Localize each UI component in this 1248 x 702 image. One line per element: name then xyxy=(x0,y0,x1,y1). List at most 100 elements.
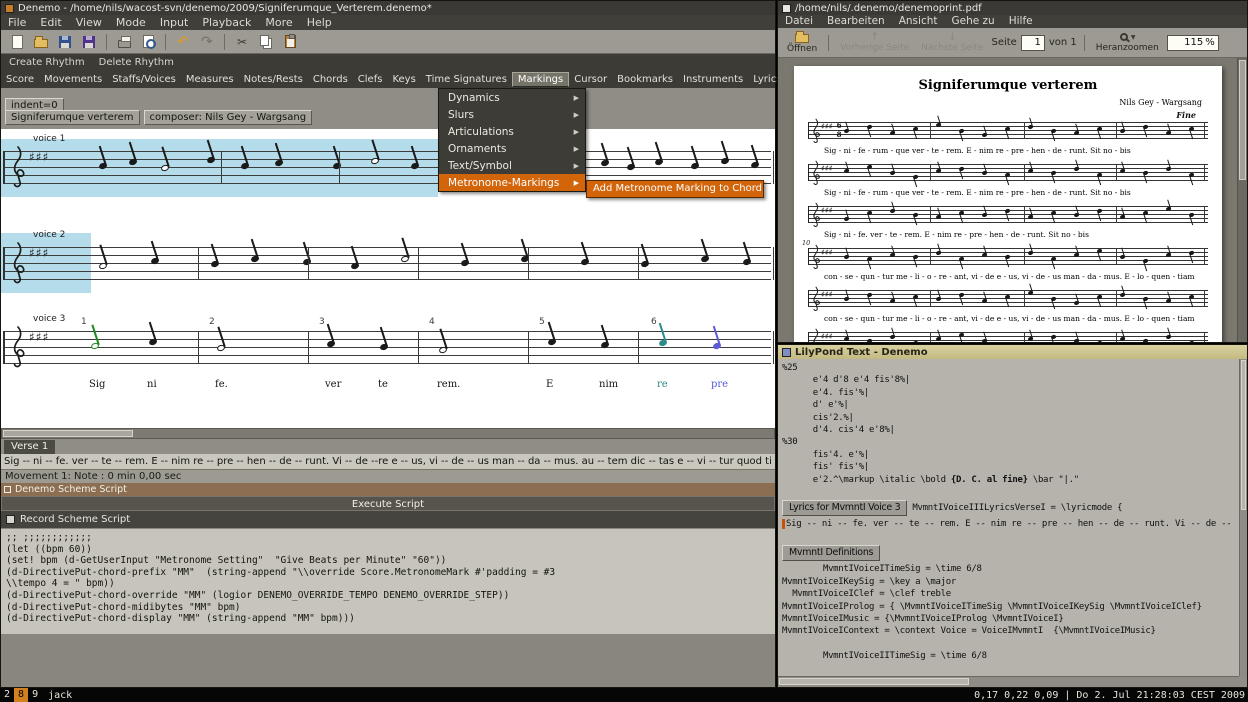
note[interactable] xyxy=(438,345,448,355)
note[interactable] xyxy=(410,161,420,171)
lyric-syllable[interactable]: E xyxy=(546,379,553,390)
menu-item-add-metronome-marking[interactable]: Add Metronome Marking to Chord xyxy=(586,180,764,198)
paste-button[interactable] xyxy=(280,32,300,52)
lyric-syllable[interactable]: Sig xyxy=(89,379,105,390)
verse-tab[interactable]: Verse 1 xyxy=(4,440,56,454)
score-canvas[interactable]: voice 1 ♯♯♯ voice 2 ♯♯♯ voice 3 123456 ♯… xyxy=(1,129,775,428)
lilypond-vertical-scrollbar[interactable] xyxy=(1239,359,1247,676)
menu-item-dynamics[interactable]: Dynamics ▶ xyxy=(439,89,585,106)
note[interactable] xyxy=(90,341,100,351)
note[interactable] xyxy=(250,254,260,264)
note[interactable] xyxy=(150,256,160,266)
note[interactable] xyxy=(326,339,336,349)
menu-item[interactable]: Ansicht xyxy=(892,14,945,29)
print-preview-button[interactable] xyxy=(138,32,158,52)
command-menu-item[interactable]: Notes/Rests xyxy=(239,73,308,86)
lilypond-horizontal-scrollbar[interactable] xyxy=(778,676,1239,687)
note[interactable] xyxy=(750,160,760,170)
command-menu-item[interactable]: Staffs/Voices xyxy=(107,73,181,86)
note[interactable] xyxy=(658,338,668,348)
menu-item-text-symbol[interactable]: Text/Symbol ▶ xyxy=(439,157,585,174)
note[interactable] xyxy=(700,254,710,264)
note[interactable] xyxy=(600,158,610,168)
command-menu-item[interactable]: Movements xyxy=(39,73,107,86)
lilypond-titlebar[interactable]: LilyPond Text - Denemo xyxy=(778,345,1247,359)
score-title-chip[interactable]: Signiferumque verterem xyxy=(5,110,140,125)
denemo-titlebar[interactable]: Denemo - /home/nils/wacost-svn/denemo/20… xyxy=(1,1,775,15)
note[interactable] xyxy=(274,158,284,168)
note[interactable] xyxy=(460,258,470,268)
command-menu-item[interactable]: Chords xyxy=(308,73,353,86)
lyric-syllable[interactable]: te xyxy=(378,379,388,390)
note[interactable] xyxy=(350,261,360,271)
note[interactable] xyxy=(654,157,664,167)
scrollbar-thumb[interactable] xyxy=(779,678,969,685)
menu-item[interactable]: Help xyxy=(300,15,339,30)
note[interactable] xyxy=(547,337,557,347)
note[interactable] xyxy=(626,162,636,172)
menu-item-metronome-markings[interactable]: Metronome-Markings ▶ xyxy=(439,174,585,191)
command-menu-item[interactable]: Clefs xyxy=(353,73,388,86)
lyrics-editor[interactable]: Sig -- ni -- fe. ver -- te -- rem. E -- … xyxy=(1,454,775,469)
command-menu-item[interactable]: Keys xyxy=(387,73,420,86)
lyric-syllable[interactable]: nim xyxy=(599,379,618,390)
scheme-script-panel-title[interactable]: Denemo Scheme Script xyxy=(1,483,775,496)
note[interactable] xyxy=(580,257,590,267)
menu-item[interactable]: Hilfe xyxy=(1002,14,1040,29)
workspace-tag[interactable]: 8 xyxy=(14,688,29,702)
save-button[interactable] xyxy=(55,32,75,52)
command-menu-item[interactable]: Cursor xyxy=(569,73,612,86)
redo-button[interactable]: ↷ xyxy=(197,32,217,52)
command-menu-item[interactable]: Measures xyxy=(181,73,239,86)
cut-button[interactable]: ✂ xyxy=(232,32,252,52)
note[interactable] xyxy=(712,341,722,351)
command-menu-item[interactable]: Bookmarks xyxy=(612,73,678,86)
pdf-titlebar[interactable]: /home/nils/.denemo/denemoprint.pdf xyxy=(778,1,1247,15)
menu-item-articulations[interactable]: Articulations ▶ xyxy=(439,123,585,140)
menu-item[interactable]: Mode xyxy=(109,15,153,30)
new-file-button[interactable] xyxy=(7,32,27,52)
create-rhythm-button[interactable]: Create Rhythm xyxy=(9,57,85,68)
zoom-level-input[interactable]: 115 % xyxy=(1166,34,1219,51)
print-button[interactable] xyxy=(114,32,134,52)
open-button[interactable] xyxy=(31,32,51,52)
page-number-input[interactable]: 1 xyxy=(1020,34,1045,51)
lyric-syllable[interactable]: rem. xyxy=(437,379,460,390)
command-menu-item[interactable]: Instruments xyxy=(678,73,748,86)
lyrics-voice3-chip[interactable]: Lyrics for MvmntI Voice 3 xyxy=(782,500,908,517)
composer-chip[interactable]: composer: Nils Gey - Wargsang xyxy=(143,110,313,125)
note[interactable] xyxy=(98,261,108,271)
note[interactable] xyxy=(206,155,216,165)
open-button[interactable]: Öffnen xyxy=(783,30,821,55)
pdf-content-area[interactable]: Signiferumque verterem Nils Gey - Wargsa… xyxy=(778,58,1247,342)
note[interactable] xyxy=(690,161,700,171)
menu-item-slurs[interactable]: Slurs ▶ xyxy=(439,106,585,123)
command-menu-item[interactable]: Score xyxy=(1,73,39,86)
menu-item[interactable]: Input xyxy=(153,15,195,30)
scrollbar-thumb[interactable] xyxy=(1241,360,1246,510)
note[interactable] xyxy=(98,161,108,171)
note[interactable] xyxy=(210,259,220,269)
lyric-syllable[interactable]: ni xyxy=(147,379,157,390)
menu-item[interactable]: File xyxy=(1,15,33,30)
save-as-button[interactable] xyxy=(79,32,99,52)
note[interactable] xyxy=(128,157,138,167)
menu-item[interactable]: More xyxy=(258,15,299,30)
copy-button[interactable] xyxy=(256,32,276,52)
note[interactable] xyxy=(216,343,226,353)
note[interactable] xyxy=(148,337,158,347)
note[interactable] xyxy=(379,342,389,352)
delete-rhythm-button[interactable]: Delete Rhythm xyxy=(99,57,174,68)
command-menu-item[interactable]: Markings xyxy=(511,72,570,87)
next-page-button[interactable]: ↓ Nächste Seite xyxy=(917,31,987,54)
zoom-in-button[interactable]: ▼ Heranzoomen xyxy=(1092,31,1163,54)
lilypond-text-editor[interactable]: %25 e'4 d'8 e'4 fis'8%| e'4. fis'%| d' e… xyxy=(778,359,1239,676)
note[interactable] xyxy=(370,156,380,166)
lyric-syllable[interactable]: re xyxy=(657,379,668,390)
mvmnt-definitions-chip[interactable]: MvmntI Definitions xyxy=(782,544,881,562)
note[interactable] xyxy=(400,254,410,264)
menu-item[interactable]: Datei xyxy=(778,14,820,29)
scheme-script-editor[interactable]: ;; ;;;;;;;;;;;; (let ((bpm 60)) (set! bpm … xyxy=(1,528,775,634)
menu-item[interactable]: View xyxy=(69,15,109,30)
workspace-tag[interactable]: 9 xyxy=(28,688,42,702)
